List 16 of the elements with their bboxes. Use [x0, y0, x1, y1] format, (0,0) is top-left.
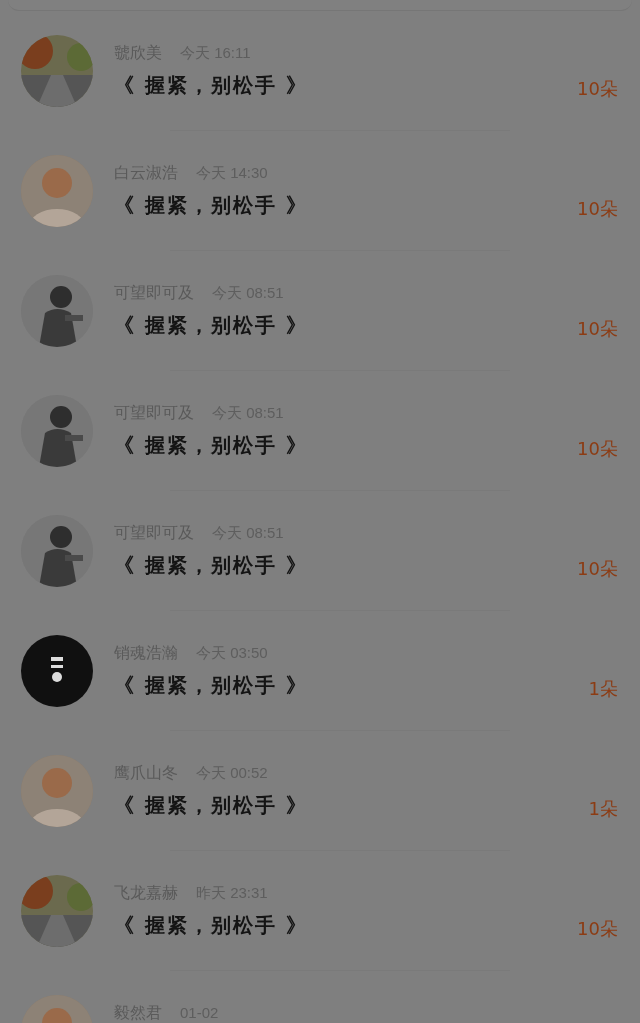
flower-count: 10朵: [577, 557, 618, 581]
flower-count: 1朵: [588, 797, 618, 821]
flower-count: 1朵: [588, 677, 618, 701]
gift-title: 《 握紧，别松手 》: [114, 312, 309, 339]
flower-count: 10朵: [577, 317, 618, 341]
gift-title: 《 握紧，别松手 》: [114, 72, 309, 99]
gift-title: 《 握紧，别松手 》: [114, 192, 309, 219]
flower-count: 10朵: [577, 917, 618, 941]
flower-count: 10朵: [577, 77, 618, 101]
gift-title: 《 握紧，别松手 》: [114, 552, 309, 579]
gift-title: 《 握紧，别松手 》: [114, 672, 309, 699]
flower-count: 10朵: [577, 437, 618, 461]
gift-title: 《 握紧，别松手 》: [114, 432, 309, 459]
gift-title: 《 握紧，别松手 》: [114, 792, 309, 819]
gift-title: 《 握紧，别松手 》: [114, 912, 309, 939]
flower-count: 10朵: [577, 197, 618, 221]
